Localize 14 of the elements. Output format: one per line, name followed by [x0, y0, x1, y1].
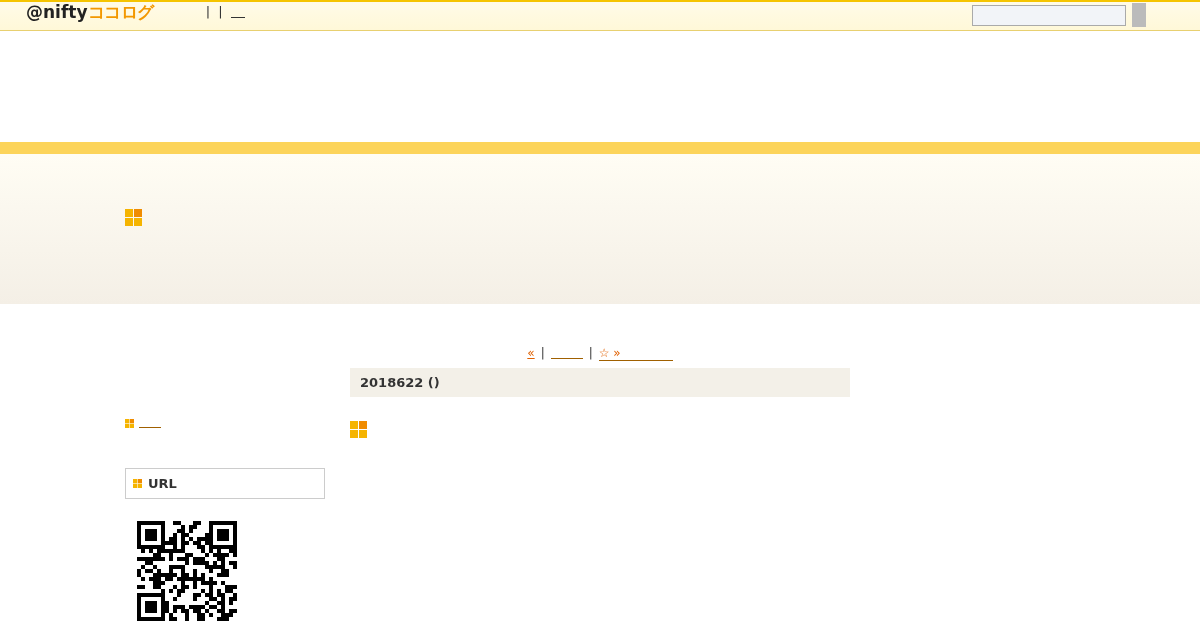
- squares-icon: [350, 421, 367, 438]
- search-field[interactable]: [972, 4, 1126, 26]
- separator: |: [540, 345, 545, 362]
- prev-link[interactable]: «: [527, 344, 535, 362]
- squares-icon: [125, 209, 142, 226]
- post-date: 2018622 (): [360, 373, 440, 392]
- separator: |: [588, 345, 593, 362]
- squares-icon: [133, 479, 142, 488]
- squares-icon: [125, 418, 134, 428]
- separator: |: [205, 3, 211, 22]
- separator: |: [218, 3, 223, 22]
- logo[interactable]: @niftyココログ: [26, 3, 154, 21]
- sidebar-title: URL: [148, 474, 177, 493]
- next-link[interactable]: ☆ »: [598, 345, 673, 361]
